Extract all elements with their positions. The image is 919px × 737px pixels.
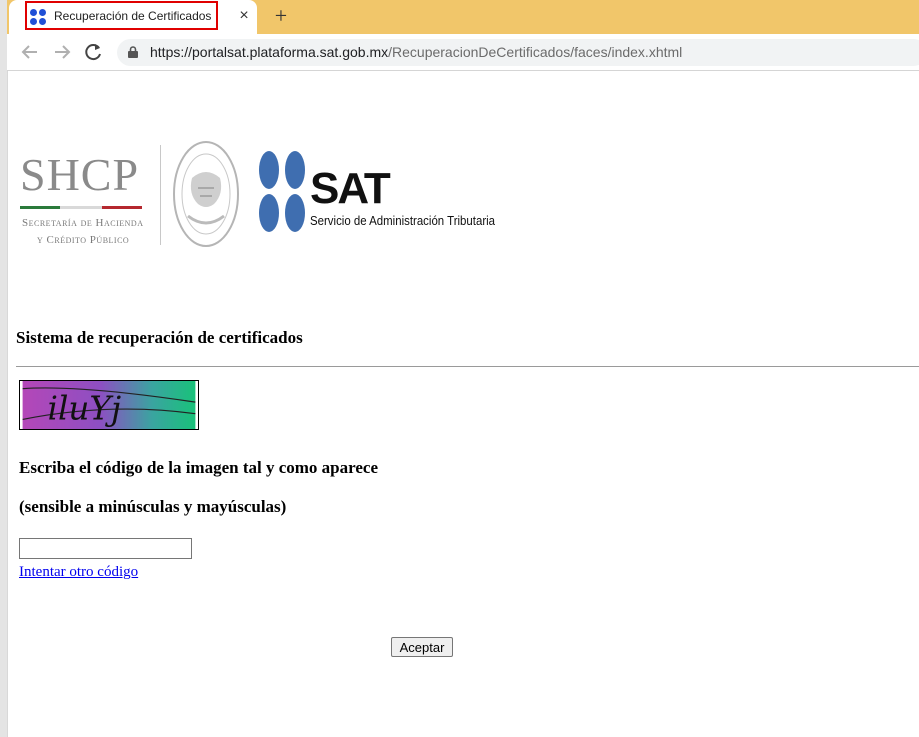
url-text: https://portalsat.plataforma.sat.gob.mx/…	[150, 44, 682, 60]
tab-highlight-box	[25, 1, 218, 30]
try-another-code-link[interactable]: Intentar otro código	[19, 564, 138, 581]
captcha-instruction: Escriba el código de la imagen tal y com…	[19, 458, 378, 477]
accept-button[interactable]: Aceptar	[391, 637, 453, 657]
lock-icon	[128, 46, 138, 58]
captcha-text: iluYj	[48, 389, 122, 427]
browser-tab[interactable]: Recuperación de Certificados ×	[9, 0, 257, 34]
tab-strip: Recuperación de Certificados × +	[7, 0, 919, 34]
shcp-flag-bar	[20, 206, 142, 209]
url-path: /RecuperacionDeCertificados/faces/index.…	[388, 44, 683, 60]
url-host: https://portalsat.plataforma.sat.gob.mx	[150, 44, 389, 60]
sat-logo-icon	[259, 151, 305, 232]
case-sensitive-note: (sensible a minúsculas y mayúsculas)	[19, 497, 287, 516]
window-left-edge	[0, 0, 8, 737]
sat-logo-word: SAT	[310, 164, 391, 213]
page-title: Sistema de recuperación de certificados	[16, 328, 303, 347]
reload-icon[interactable]	[83, 42, 105, 62]
browser-toolbar: https://portalsat.plataforma.sat.gob.mx/…	[7, 34, 919, 71]
captcha-code-input[interactable]	[19, 538, 192, 559]
horizontal-rule	[16, 366, 919, 367]
shcp-logo-line2: y Crédito Público	[37, 234, 130, 246]
back-icon[interactable]	[19, 42, 41, 62]
shcp-logo-line1: Secretaría de Hacienda	[22, 217, 144, 229]
close-tab-icon[interactable]: ×	[235, 6, 253, 26]
sat-logo-subtitle: Servicio de Administración Tributaria	[310, 213, 496, 228]
new-tab-icon[interactable]: +	[269, 4, 293, 28]
captcha-image: iluYj	[19, 380, 199, 430]
national-seal-icon	[173, 141, 239, 247]
forward-icon[interactable]	[51, 42, 73, 62]
logo-divider	[160, 145, 161, 245]
address-bar[interactable]: https://portalsat.plataforma.sat.gob.mx/…	[117, 39, 919, 66]
shcp-logo-word: SHCP	[20, 149, 140, 200]
